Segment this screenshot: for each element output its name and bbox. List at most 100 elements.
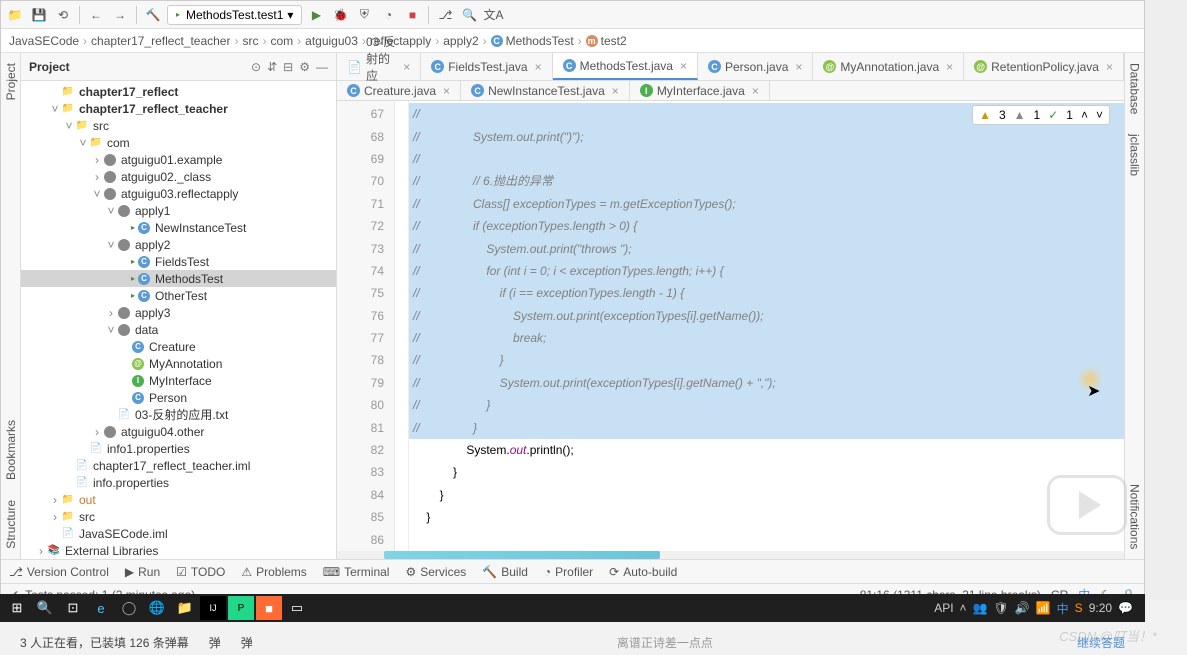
tray-vol-icon[interactable]: 🔊 (1015, 601, 1030, 615)
tree-row[interactable]: ›📁src (21, 508, 336, 525)
debug-icon[interactable]: 🐞 (330, 5, 350, 25)
explorer-icon[interactable]: 📁 (172, 596, 198, 620)
tree-row[interactable]: ▸CNewInstanceTest (21, 219, 336, 236)
tree-row[interactable]: ▸CMethodsTest (21, 270, 336, 287)
run-icon[interactable]: ▶ (306, 5, 326, 25)
bc-6[interactable]: apply2 (443, 34, 478, 48)
start-icon[interactable]: ⊞ (4, 596, 30, 620)
system-tray[interactable]: API ˄ 👥 🛡 🔊 📶 中 S 9:20 💬 (934, 600, 1141, 617)
tree-row[interactable]: CCreature (21, 338, 336, 355)
horizontal-scrollbar[interactable] (337, 551, 1124, 559)
bc-method[interactable]: mtest2 (586, 34, 627, 48)
inspection-widget[interactable]: ▲3 ▲1 ✓1 ˄ ˅ (972, 105, 1110, 125)
bc-1[interactable]: chapter17_reflect_teacher (91, 34, 230, 48)
close-icon[interactable]: × (946, 60, 953, 74)
tray-net-icon[interactable]: 📶 (1036, 601, 1051, 615)
tree-row[interactable]: ▸COtherTest (21, 287, 336, 304)
bottom-tool-run[interactable]: ▶Run (125, 565, 160, 579)
close-icon[interactable]: × (443, 84, 450, 98)
tree-row[interactable]: ›atguigu04.other (21, 423, 336, 440)
tree-row[interactable]: CPerson (21, 389, 336, 406)
tree-row[interactable]: 📄info1.properties (21, 440, 336, 457)
editor-tab[interactable]: IMyInterface.java× (630, 81, 770, 100)
tree-row[interactable]: ˅atguigu03.reflectapply (21, 185, 336, 202)
open-icon[interactable]: 📁 (5, 5, 25, 25)
app2-icon[interactable]: ■ (256, 596, 282, 620)
tree-row[interactable]: ›apply3 (21, 304, 336, 321)
bottom-tool-auto-build[interactable]: ⟳Auto-build (609, 565, 677, 579)
bottom-tool-version-control[interactable]: ⎇Version Control (9, 565, 109, 579)
settings-icon[interactable]: ⚙ (299, 60, 310, 74)
chrome-icon[interactable]: 🌐 (144, 596, 170, 620)
tree-row[interactable]: ˅apply2 (21, 236, 336, 253)
bc-class[interactable]: CMethodsTest (491, 34, 574, 48)
tree-row[interactable]: 📄JavaSECode.iml (21, 525, 336, 542)
bc-2[interactable]: src (242, 34, 258, 48)
sync-icon[interactable]: ⟲ (53, 5, 73, 25)
editor-tab[interactable]: CPerson.java× (698, 53, 813, 80)
code-content[interactable]: ▲3 ▲1 ✓1 ˄ ˅ ➤ //// System.out.print(")"… (409, 101, 1124, 551)
rail-project[interactable]: Project (4, 53, 18, 110)
taskview-icon[interactable]: ⊡ (60, 596, 86, 620)
tree-row[interactable]: 📁chapter17_reflect (21, 83, 336, 100)
translate-icon[interactable]: 文A (483, 5, 503, 25)
clock[interactable]: 9:20 (1089, 601, 1112, 615)
save-icon[interactable]: 💾 (29, 5, 49, 25)
collapse-icon[interactable]: ⊟ (283, 60, 293, 74)
tray-ime-icon[interactable]: 中 (1057, 600, 1069, 617)
app3-icon[interactable]: ▭ (284, 596, 310, 620)
tree-row[interactable]: ˅apply1 (21, 202, 336, 219)
back-icon[interactable]: ← (86, 5, 106, 25)
pycharm-icon[interactable]: P (228, 596, 254, 620)
close-icon[interactable]: × (535, 60, 542, 74)
chevron-up-icon[interactable]: ˄ (1081, 108, 1088, 122)
bc-3[interactable]: com (270, 34, 293, 48)
tray-people-icon[interactable]: 👥 (973, 601, 988, 615)
rail-database[interactable]: Database (1128, 53, 1142, 124)
edge-icon[interactable]: e (88, 596, 114, 620)
tree-row[interactable]: ˅📁src (21, 117, 336, 134)
project-tree[interactable]: 📁chapter17_reflect˅📁chapter17_reflect_te… (21, 81, 336, 559)
select-opened-icon[interactable]: ⊙ (251, 60, 261, 74)
close-icon[interactable]: × (612, 84, 619, 98)
close-icon[interactable]: × (1106, 60, 1113, 74)
stop-icon[interactable]: ■ (402, 5, 422, 25)
close-icon[interactable]: × (680, 59, 687, 73)
hide-icon[interactable]: — (316, 60, 328, 74)
bottom-tool-terminal[interactable]: ⌨Terminal (323, 565, 390, 579)
tray-up-icon[interactable]: ˄ (960, 601, 967, 615)
tree-row[interactable]: ›atguigu02._class (21, 168, 336, 185)
tray-shield-icon[interactable]: 🛡 (994, 601, 1009, 615)
editor-tab[interactable]: CNewInstanceTest.java× (461, 81, 630, 100)
editor-tab[interactable]: CCreature.java× (337, 81, 461, 100)
editor-tab[interactable]: @RetentionPolicy.java× (964, 53, 1124, 80)
danmu-icon[interactable]: 弹 (209, 634, 221, 651)
editor-tab[interactable]: 📄03-反射的应用.txt× (337, 53, 421, 80)
tree-row[interactable]: 📄info.properties (21, 474, 336, 491)
tray-s-icon[interactable]: S (1075, 601, 1083, 615)
danmu-toggle-icon[interactable]: 弹 (241, 634, 253, 651)
tree-row[interactable]: 📄chapter17_reflect_teacher.iml (21, 457, 336, 474)
close-icon[interactable]: × (403, 60, 410, 74)
tree-row[interactable]: ›📚External Libraries (21, 542, 336, 559)
bottom-tool-problems[interactable]: ⚠Problems (241, 565, 306, 579)
bottom-tool-profiler[interactable]: ◔Profiler (544, 565, 593, 579)
video-play-overlay[interactable] (1047, 475, 1127, 535)
run-config-selector[interactable]: ▸ MethodsTest.test1 ▾ (167, 5, 302, 25)
bottom-tool-services[interactable]: ⚙Services (405, 565, 466, 579)
close-icon[interactable]: × (752, 84, 759, 98)
rail-notifications[interactable]: Notifications (1128, 474, 1142, 559)
chevron-down-icon[interactable]: ˅ (1096, 108, 1103, 122)
build-icon[interactable]: 🔨 (143, 5, 163, 25)
expand-icon[interactable]: ⇵ (267, 60, 277, 74)
editor-tab[interactable]: CFieldsTest.java× (421, 53, 552, 80)
tree-row[interactable]: ˅data (21, 321, 336, 338)
tree-row[interactable]: @MyAnnotation (21, 355, 336, 372)
app-icon[interactable]: ◯ (116, 596, 142, 620)
editor-tab[interactable]: @MyAnnotation.java× (813, 53, 964, 80)
code-editor[interactable]: 6768697071727374757677787980818283848586… (337, 101, 1124, 551)
intellij-icon[interactable]: IJ (200, 596, 226, 620)
tree-row[interactable]: ˅📁com (21, 134, 336, 151)
tree-row[interactable]: ›atguigu01.example (21, 151, 336, 168)
line-gutter[interactable]: 6768697071727374757677787980818283848586 (337, 101, 395, 551)
